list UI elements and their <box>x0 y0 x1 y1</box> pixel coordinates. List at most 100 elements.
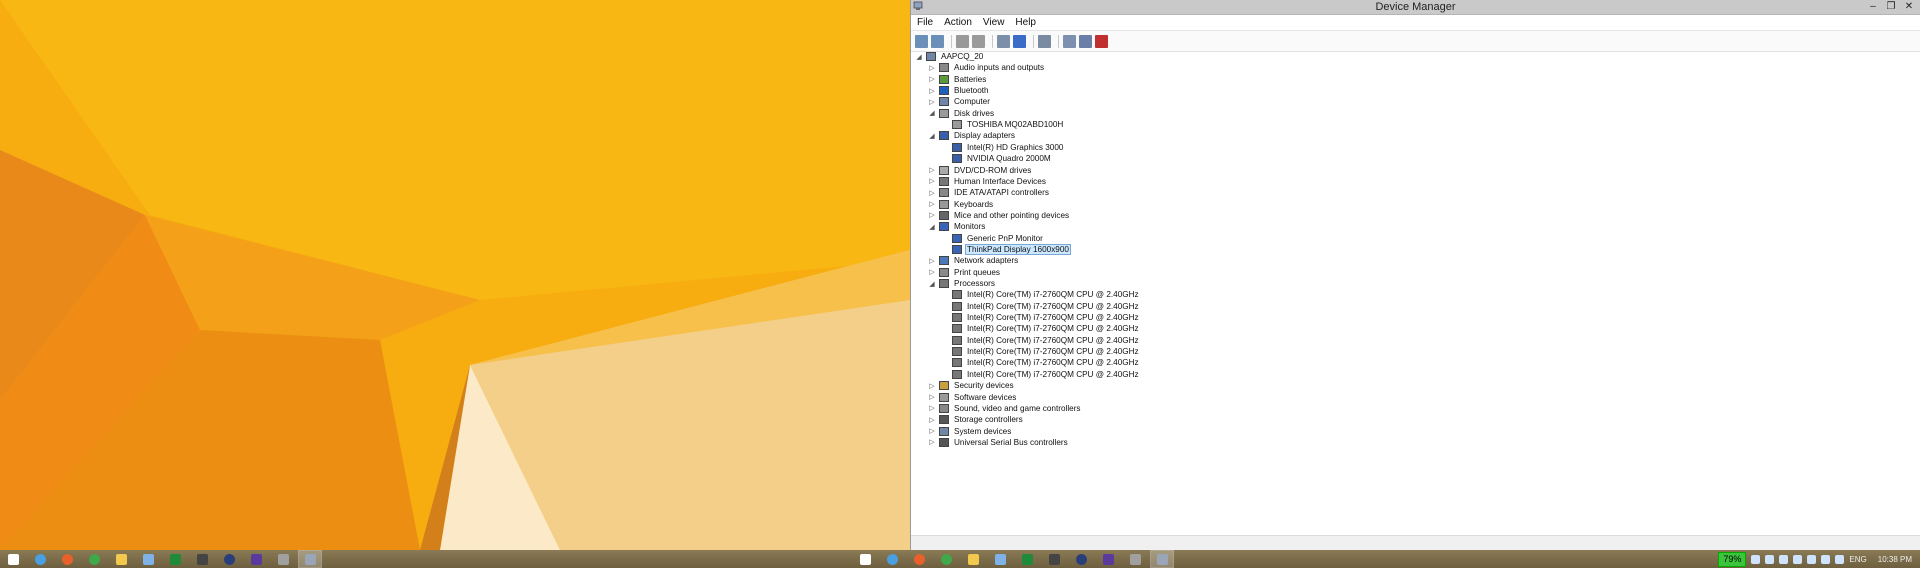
collapse-arrow-icon[interactable]: ◢ <box>915 53 923 61</box>
tree-item[interactable]: ▷ System devices <box>928 426 1012 437</box>
tree-item[interactable]: ▷ IDE ATA/ATAPI controllers <box>928 187 1050 198</box>
tree-item[interactable]: ThinkPad Display 1600x900 <box>941 243 1071 255</box>
menu-help[interactable]: Help <box>1015 17 1036 28</box>
maximize-button[interactable]: ❐ <box>1882 0 1900 13</box>
tree-item[interactable]: Generic PnP Monitor <box>941 233 1044 244</box>
expand-arrow-icon[interactable]: ▷ <box>928 404 936 412</box>
collapse-arrow-icon[interactable]: ◢ <box>928 132 936 140</box>
tree-item[interactable]: Intel(R) Core(TM) i7-2760QM CPU @ 2.40GH… <box>941 289 1140 300</box>
expand-arrow-icon[interactable]: ▷ <box>928 438 936 446</box>
expand-arrow-icon[interactable]: ▷ <box>928 268 936 276</box>
tree-item[interactable]: ◢ Monitors <box>928 221 986 232</box>
excel-icon[interactable] <box>1016 551 1038 567</box>
collapse-arrow-icon[interactable]: ◢ <box>928 223 936 231</box>
volume-icon[interactable] <box>1821 554 1831 564</box>
chrome-icon[interactable] <box>83 551 105 567</box>
tree-item[interactable]: NVIDIA Quadro 2000M <box>941 153 1052 164</box>
show-hide-tree-icon[interactable] <box>956 34 969 48</box>
expand-arrow-icon[interactable]: ▷ <box>928 75 936 83</box>
bluetooth-icon[interactable] <box>1779 554 1789 564</box>
tree-item[interactable]: ▷ Print queues <box>928 267 1001 278</box>
properties-icon[interactable] <box>972 34 985 48</box>
menu-view[interactable]: View <box>983 17 1005 28</box>
eclipse-icon[interactable] <box>1070 551 1092 567</box>
uninstall-icon[interactable] <box>1079 34 1092 48</box>
expand-arrow-icon[interactable]: ▷ <box>928 189 936 197</box>
tree-item[interactable]: ▷ Keyboards <box>928 199 994 210</box>
remote-icon[interactable] <box>272 551 294 567</box>
tree-item[interactable]: ◢ AAPCQ_20 <box>915 51 984 62</box>
tree-item[interactable]: ◢ Display adapters <box>928 130 1016 141</box>
z-app-icon[interactable] <box>245 551 267 567</box>
ie-icon[interactable] <box>29 551 51 567</box>
network-icon[interactable] <box>1807 554 1817 564</box>
ie-icon[interactable] <box>881 551 903 567</box>
firefox-icon[interactable] <box>908 551 930 567</box>
expand-arrow-icon[interactable]: ▷ <box>928 177 936 185</box>
tree-item[interactable]: Intel(R) Core(TM) i7-2760QM CPU @ 2.40GH… <box>941 346 1140 357</box>
tree-item[interactable]: ▷ Audio inputs and outputs <box>928 62 1045 73</box>
chrome-icon[interactable] <box>935 551 957 567</box>
network-icon[interactable] <box>989 551 1011 567</box>
tree-item[interactable]: ▷ Software devices <box>928 392 1017 403</box>
collapse-arrow-icon[interactable]: ◢ <box>928 280 936 288</box>
tree-item[interactable]: TOSHIBA MQ02ABD100H <box>941 119 1064 130</box>
z-app-icon[interactable] <box>1097 551 1119 567</box>
tree-item[interactable]: ▷ Storage controllers <box>928 414 1024 425</box>
excel-icon[interactable] <box>164 551 186 567</box>
firefox-icon[interactable] <box>56 551 78 567</box>
menu-file[interactable]: File <box>917 17 933 28</box>
tool-icon[interactable] <box>191 551 213 567</box>
tree-item[interactable]: ▷ DVD/CD-ROM drives <box>928 165 1032 176</box>
tray-icon[interactable] <box>1793 554 1803 564</box>
remote-icon[interactable] <box>1124 551 1146 567</box>
tree-item[interactable]: Intel(R) Core(TM) i7-2760QM CPU @ 2.40GH… <box>941 369 1140 380</box>
tree-item[interactable]: Intel(R) Core(TM) i7-2760QM CPU @ 2.40GH… <box>941 357 1140 368</box>
flag-icon[interactable] <box>1835 554 1845 564</box>
expand-arrow-icon[interactable]: ▷ <box>928 200 936 208</box>
expand-arrow-icon[interactable]: ▷ <box>928 87 936 95</box>
windows-start-icon[interactable] <box>2 551 24 567</box>
file-explorer-icon[interactable] <box>110 551 132 567</box>
clock[interactable]: 10:38 PM <box>1878 555 1912 564</box>
expand-arrow-icon[interactable]: ▷ <box>928 393 936 401</box>
help-icon[interactable] <box>997 34 1010 48</box>
tool-icon[interactable] <box>1043 551 1065 567</box>
tree-item[interactable]: Intel(R) Core(TM) i7-2760QM CPU @ 2.40GH… <box>941 335 1140 346</box>
expand-arrow-icon[interactable]: ▷ <box>928 166 936 174</box>
scan-hardware-icon[interactable] <box>1038 34 1051 48</box>
language-indicator[interactable]: ENG <box>1849 555 1866 564</box>
expand-arrow-icon[interactable]: ▷ <box>928 64 936 72</box>
forward-icon[interactable] <box>931 34 944 48</box>
device-manager-icon[interactable] <box>1150 550 1174 568</box>
tree-item[interactable]: ▷ Mice and other pointing devices <box>928 210 1070 221</box>
close-button[interactable]: ✕ <box>1900 0 1918 13</box>
tray-icon[interactable] <box>1751 554 1761 564</box>
tree-item[interactable]: ◢ Disk drives <box>928 108 995 119</box>
windows-start-icon[interactable] <box>854 551 876 567</box>
expand-arrow-icon[interactable]: ▷ <box>928 211 936 219</box>
tree-item[interactable]: ▷ Human Interface Devices <box>928 176 1047 187</box>
tray-icon[interactable] <box>1765 554 1775 564</box>
expand-arrow-icon[interactable]: ▷ <box>928 382 936 390</box>
battery-indicator[interactable]: 79% <box>1718 551 1747 567</box>
eclipse-icon[interactable] <box>218 551 240 567</box>
tree-item[interactable]: Intel(R) Core(TM) i7-2760QM CPU @ 2.40GH… <box>941 301 1140 312</box>
tree-item[interactable]: Intel(R) Core(TM) i7-2760QM CPU @ 2.40GH… <box>941 323 1140 334</box>
view-icon[interactable] <box>1013 34 1026 48</box>
tree-item[interactable]: ◢ Processors <box>928 278 996 289</box>
tree-item[interactable]: ▷ Universal Serial Bus controllers <box>928 437 1069 448</box>
menu-action[interactable]: Action <box>944 17 972 28</box>
disable-icon[interactable] <box>1095 34 1108 48</box>
tree-item[interactable]: ▷ Sound, video and game controllers <box>928 403 1082 414</box>
tree-item[interactable]: ▷ Batteries <box>928 74 987 85</box>
tree-item[interactable]: ▷ Security devices <box>928 380 1015 391</box>
tree-item[interactable]: ▷ Bluetooth <box>928 85 990 96</box>
tree-item[interactable]: ▷ Network adapters <box>928 255 1019 266</box>
update-driver-icon[interactable] <box>1063 34 1076 48</box>
network-icon[interactable] <box>137 551 159 567</box>
expand-arrow-icon[interactable]: ▷ <box>928 98 936 106</box>
collapse-arrow-icon[interactable]: ◢ <box>928 109 936 117</box>
tree-item[interactable]: Intel(R) HD Graphics 3000 <box>941 142 1064 153</box>
expand-arrow-icon[interactable]: ▷ <box>928 257 936 265</box>
